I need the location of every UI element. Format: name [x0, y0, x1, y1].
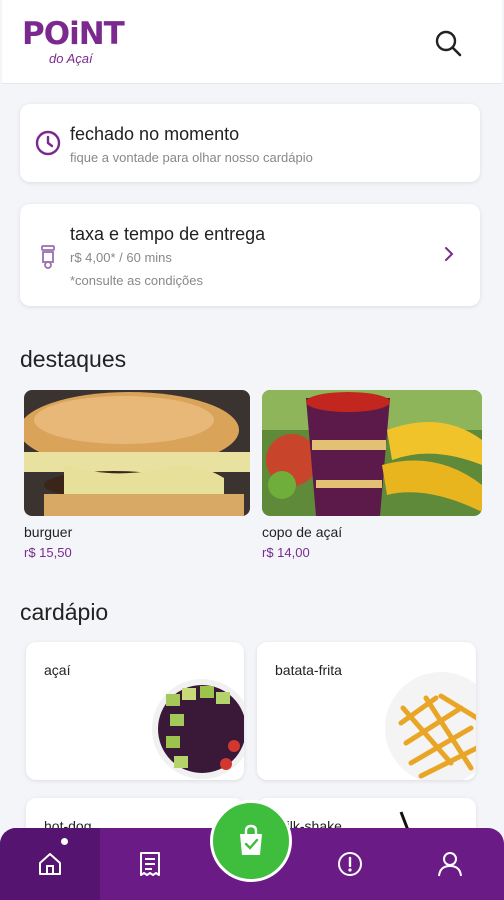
nav-profile[interactable] [400, 828, 500, 900]
highlight-name: copo de açaí [262, 524, 343, 540]
menu-title: cardápio [20, 599, 109, 625]
clock-icon [35, 130, 61, 156]
highlight-price: r$ 14,00 [262, 545, 310, 560]
category-batata-frita[interactable]: batata-frita [257, 642, 476, 780]
cart-icon [240, 824, 262, 855]
chevron-right-icon [445, 247, 454, 261]
delivery-info-card[interactable]: taxa e tempo de entrega r$ 4,00* / 60 mi… [20, 204, 480, 306]
burguer-image [24, 390, 250, 516]
logo-subtitle: do Açaí [49, 51, 93, 66]
store-status-card: fechado no momento fique a vontade para … [20, 104, 480, 182]
highlight-name: burguer [24, 524, 73, 540]
acai-cup-image [262, 390, 482, 516]
scooter-icon [41, 245, 55, 269]
category-label: açaí [44, 662, 71, 678]
profile-icon [438, 852, 462, 877]
notification-dot [61, 838, 68, 845]
nav-info[interactable] [300, 828, 400, 900]
nav-orders[interactable] [100, 828, 200, 900]
category-acai[interactable]: açaí [26, 642, 244, 780]
delivery-title: taxa e tempo de entrega [70, 224, 266, 244]
delivery-price-time: r$ 4,00* / 60 mins [70, 250, 172, 265]
delivery-note: *consulte as condições [70, 273, 203, 288]
acai-bowl-image [152, 679, 244, 779]
home-icon [39, 853, 61, 875]
highlight-price: r$ 15,50 [24, 545, 72, 560]
cart-button[interactable] [210, 800, 292, 882]
logo: POiNT do Açaí [22, 18, 126, 68]
highlights-title: destaques [20, 346, 127, 372]
logo-text: POiNT [22, 16, 125, 52]
search-button[interactable] [430, 26, 466, 62]
nav-home[interactable] [0, 828, 100, 900]
search-icon [435, 30, 462, 57]
status-subtitle: fique a vontade para olhar nosso cardápi… [70, 150, 313, 165]
fries-image [385, 672, 476, 780]
receipt-icon [140, 852, 160, 876]
category-label: batata-frita [275, 662, 342, 678]
highlight-item-copo-de-acai[interactable]: copo de açaí r$ 14,00 [262, 390, 488, 560]
status-title: fechado no momento [70, 124, 240, 144]
info-icon [338, 852, 362, 876]
app-header: POiNT do Açaí [2, 0, 502, 84]
highlight-item-burguer[interactable]: burguer r$ 15,50 [24, 390, 250, 560]
